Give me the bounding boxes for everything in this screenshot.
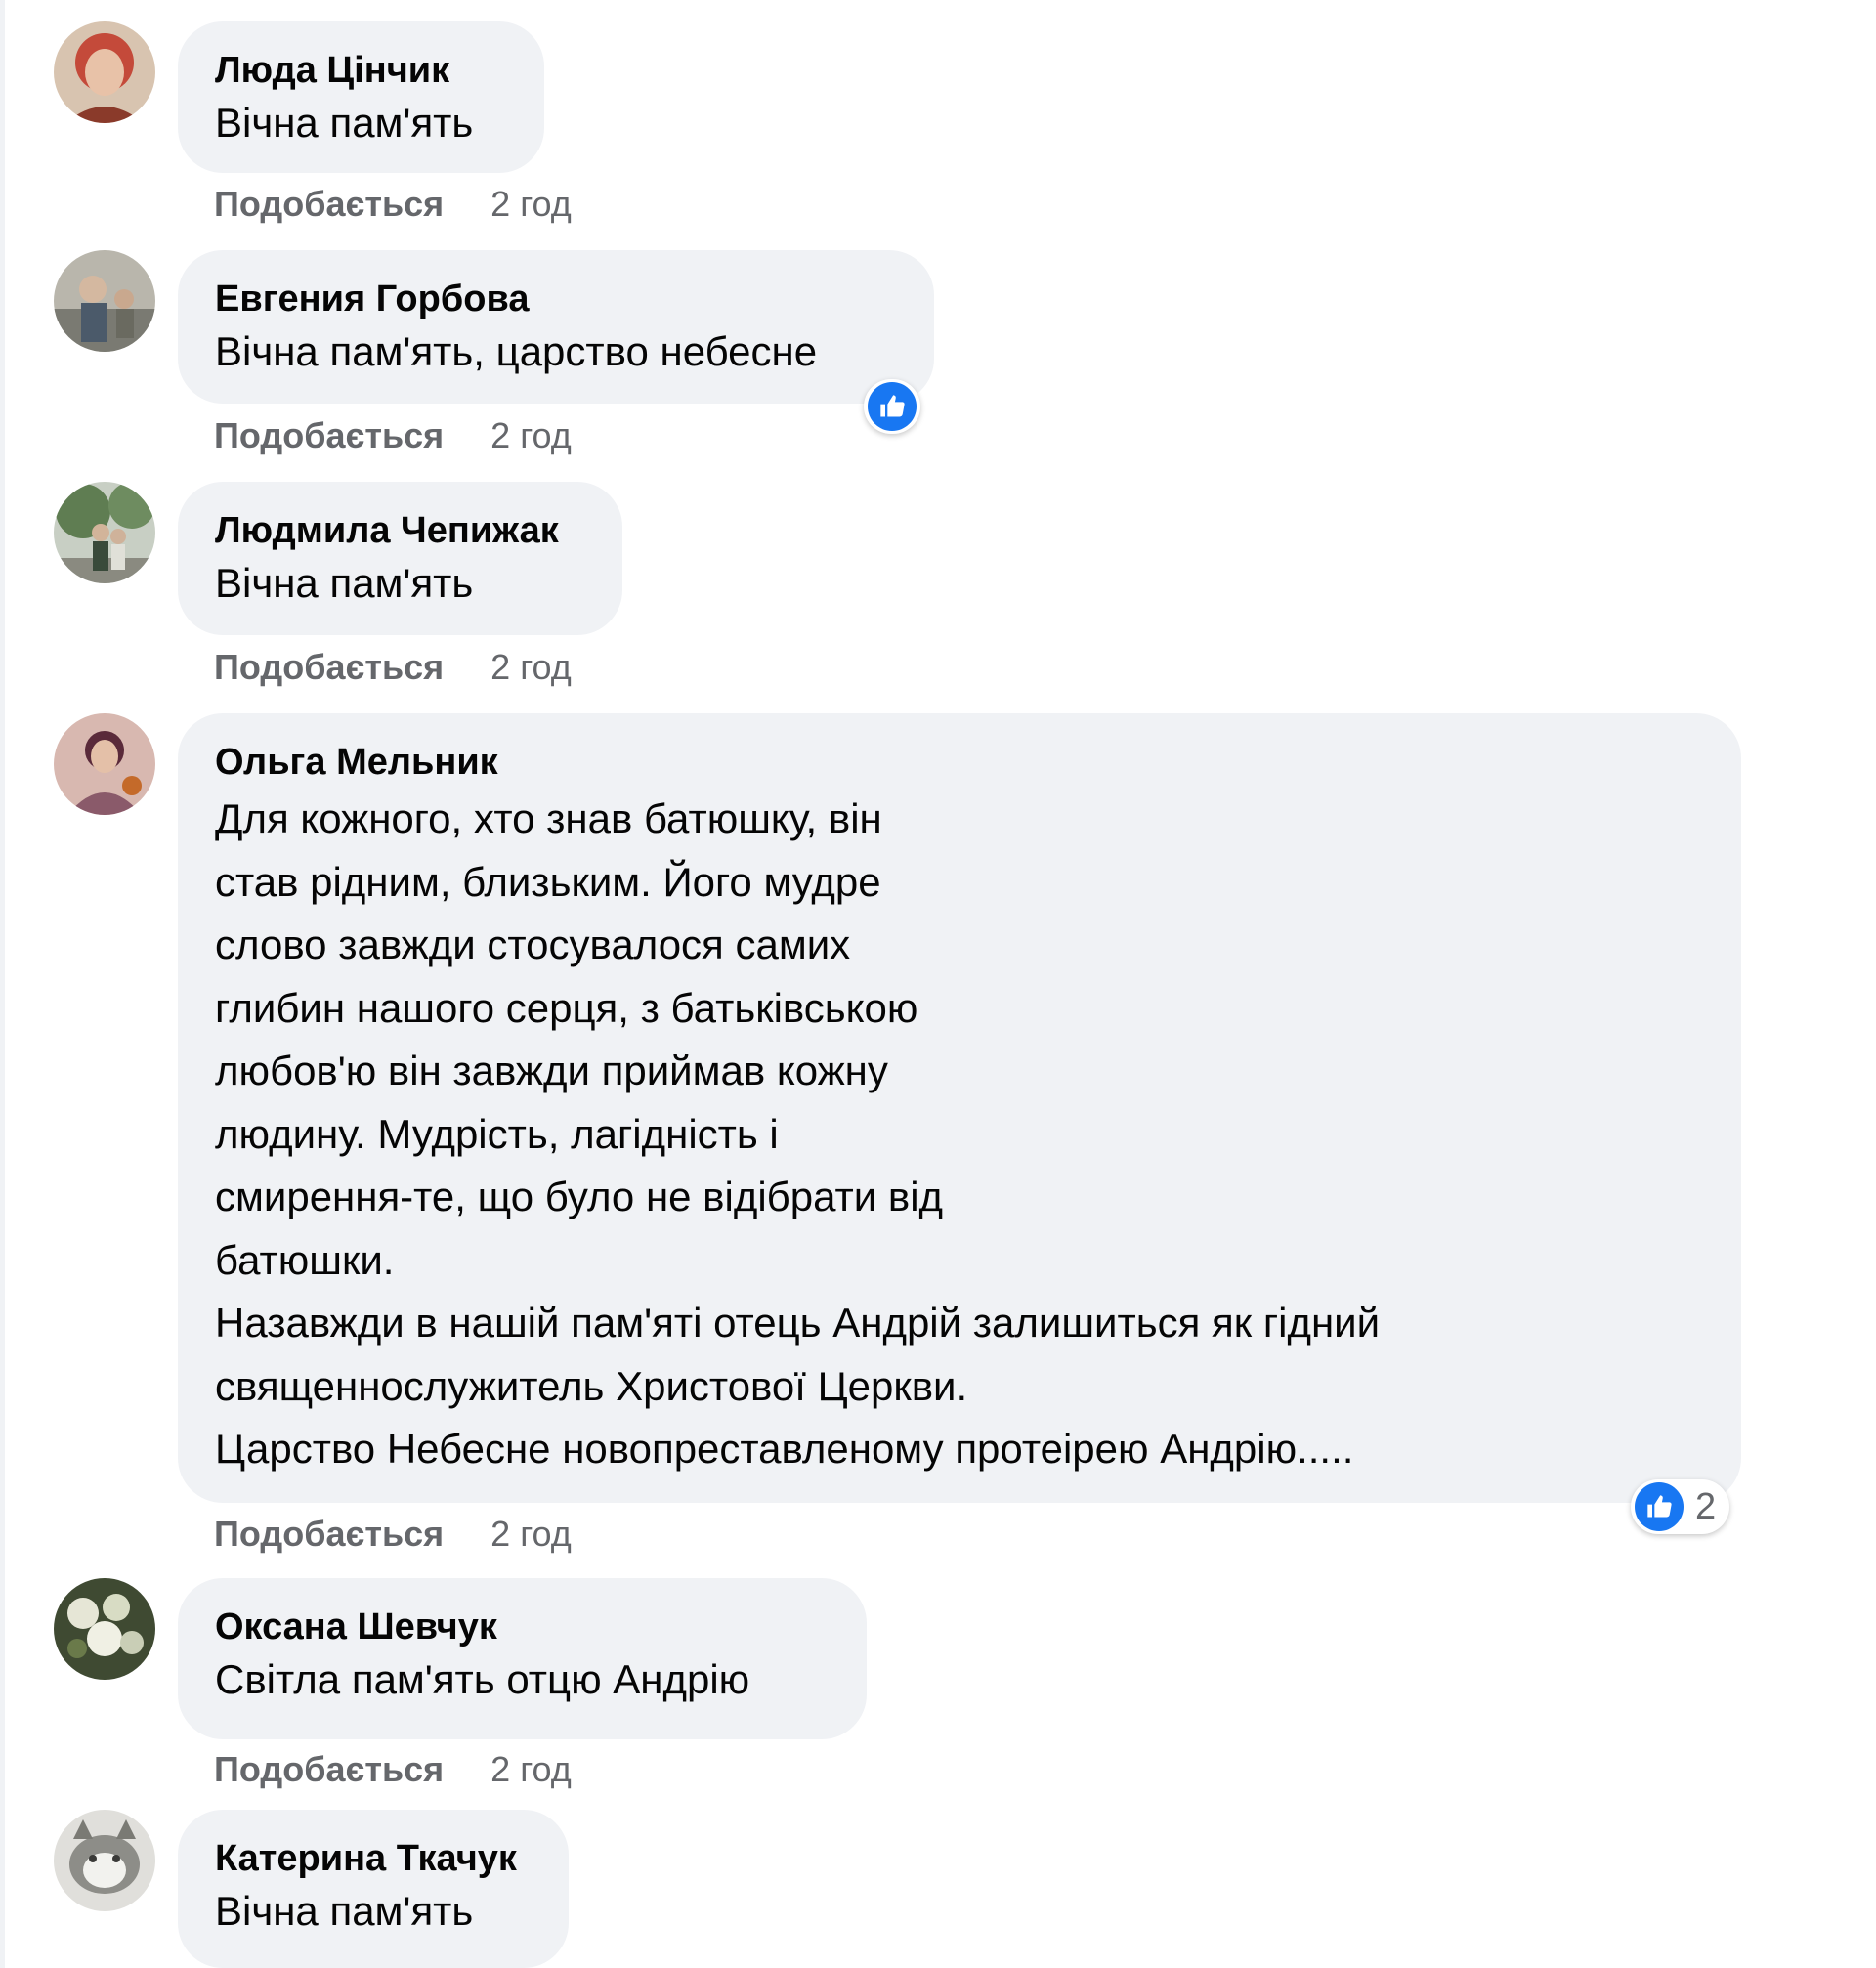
comment-text-line: людину. Мудрість, лагідність і: [215, 1110, 779, 1157]
comment-author-link[interactable]: Катерина Ткачук: [215, 1833, 532, 1884]
like-icon: [1635, 1482, 1684, 1531]
comment-text: Вічна пам'ять: [215, 560, 474, 606]
reaction-badge[interactable]: [864, 379, 920, 434]
comment-text-line: глибин нашого серця, з батьківською: [215, 984, 918, 1031]
like-button[interactable]: Подобається: [214, 184, 444, 224]
comment-text: Вічна пам'ять, царство небесне: [215, 328, 818, 374]
comment-text: Світла пам'ять отцю Андрію: [215, 1656, 750, 1702]
comment-text: Вічна пам'ять: [215, 100, 474, 146]
comment-bubble: Оксана Шевчук Світла пам'ять отцю Андрію: [178, 1578, 867, 1739]
like-button[interactable]: Подобається: [214, 647, 444, 687]
avatar[interactable]: [54, 21, 155, 123]
comment-text-line: батюшки.: [215, 1236, 395, 1283]
avatar[interactable]: [54, 713, 155, 815]
like-button[interactable]: Подобається: [214, 415, 444, 455]
comment-actions: Подобається 2 год: [214, 183, 572, 226]
avatar-photo: [54, 482, 155, 583]
comment-timestamp[interactable]: 2 год: [490, 184, 572, 224]
reaction-badge[interactable]: 2: [1631, 1479, 1730, 1534]
comment-text-line: смирення-те, що було не відібрати від: [215, 1174, 944, 1219]
comment-timestamp[interactable]: 2 год: [490, 1749, 572, 1789]
comment-bubble: Евгения Горбова Вічна пам'ять, царство н…: [178, 250, 934, 404]
comment-author-link[interactable]: Люда Цінчик: [215, 45, 507, 96]
comment-actions: Подобається 2 год: [214, 646, 572, 689]
comment-text-line: слово завжди стосувалося самих: [215, 921, 851, 967]
comment-author-link[interactable]: Евгения Горбова: [215, 274, 897, 324]
page-left-border: [0, 0, 5, 1968]
avatar-photo: [54, 21, 155, 123]
comment-actions: Подобається 2 год: [214, 1748, 572, 1791]
avatar-photo: [54, 1578, 155, 1680]
like-button[interactable]: Подобається: [214, 1749, 444, 1789]
avatar[interactable]: [54, 482, 155, 583]
comment-text: Вічна пам'ять: [215, 1888, 474, 1934]
comment-text-line: Для кожного, хто знав батюшку, він: [215, 795, 882, 841]
comment-timestamp[interactable]: 2 год: [490, 415, 572, 455]
avatar-photo: [54, 250, 155, 352]
comment-actions: Подобається 2 год: [214, 414, 572, 457]
comment-timestamp[interactable]: 2 год: [490, 647, 572, 687]
avatar[interactable]: [54, 250, 155, 352]
reaction-count: 2: [1695, 1485, 1717, 1527]
comment-author-link[interactable]: Ольга Мельник: [215, 737, 1704, 788]
comment-author-link[interactable]: Людмила Чепижак: [215, 505, 585, 556]
comment-bubble: Катерина Ткачук Вічна пам'ять: [178, 1810, 569, 1968]
like-button[interactable]: Подобається: [214, 1514, 444, 1554]
comment-text-line: любов'ю він завжди приймав кожну: [215, 1048, 888, 1093]
comment-actions: Подобається 2 год: [214, 1513, 572, 1556]
avatar[interactable]: [54, 1810, 155, 1911]
comment-bubble: Ольга Мельник Для кожного, хто знав батю…: [178, 713, 1741, 1503]
comment-text-line: став рідним, близьким. Його мудре: [215, 858, 881, 905]
avatar-photo: [54, 713, 155, 815]
comment-text-line: священнослужитель Христової Церкви.: [215, 1362, 968, 1409]
comment-bubble: Людмила Чепижак Вічна пам'ять: [178, 482, 622, 635]
avatar[interactable]: [54, 1578, 155, 1680]
comment-timestamp[interactable]: 2 год: [490, 1514, 572, 1554]
avatar-photo: [54, 1810, 155, 1911]
comment-bubble: Люда Цінчик Вічна пам'ять: [178, 21, 544, 173]
comment-text-line: Царство Небесне новопреставленому протеі…: [215, 1426, 1354, 1472]
comment-text-line: Назавжди в нашій пам'яті отець Андрій за…: [215, 1300, 1381, 1346]
comment-author-link[interactable]: Оксана Шевчук: [215, 1602, 830, 1652]
like-icon: [868, 382, 917, 431]
